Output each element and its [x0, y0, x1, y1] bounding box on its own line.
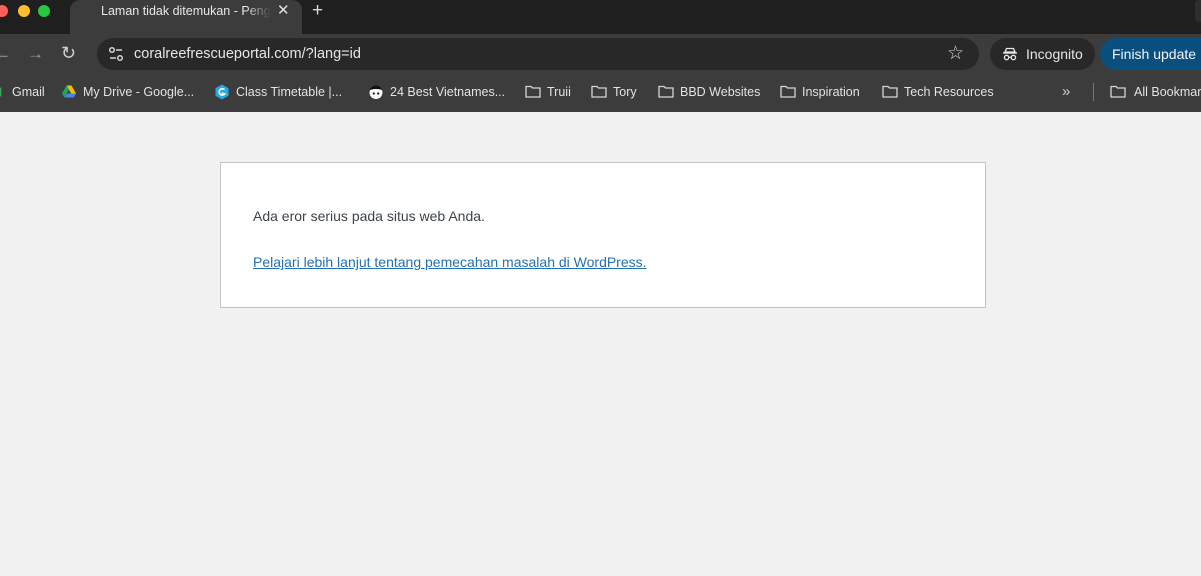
- minimize-window-button[interactable]: [18, 5, 30, 17]
- url-text[interactable]: coralreefrescueportal.com/?lang=id: [134, 46, 361, 63]
- bookmark-label: 24 Best Vietnames...: [390, 85, 506, 99]
- tab-strip: Laman tidak ditemukan - Pengelola Situs …: [0, 0, 1201, 34]
- tab-search-button[interactable]: [1195, 0, 1201, 22]
- bookmark-label: Gmail: [12, 85, 45, 99]
- maximize-window-button[interactable]: [38, 5, 50, 17]
- folder-icon: [882, 85, 898, 98]
- bookmark-label: Tech Resources: [904, 85, 994, 99]
- incognito-indicator[interactable]: Incognito: [990, 38, 1095, 70]
- bookmark-label: Class Timetable |...: [236, 85, 343, 99]
- browser-toolbar: ← → ↻ coralreefrescueportal.com/?lang=id…: [0, 34, 1201, 74]
- hexagon-logo-icon: [215, 84, 229, 100]
- folder-icon: [591, 85, 607, 98]
- troubleshooting-link[interactable]: Pelajari lebih lanjut tentang pemecahan …: [253, 253, 647, 271]
- incognito-label: Incognito: [1026, 46, 1083, 62]
- gmail-icon: [0, 87, 2, 97]
- new-tab-button[interactable]: +: [312, 0, 323, 23]
- tune-icon[interactable]: [107, 45, 125, 63]
- incognito-icon: [1003, 47, 1017, 61]
- chevron-double-right-icon[interactable]: »: [1062, 83, 1071, 101]
- avatar-face-icon: [369, 85, 383, 99]
- bookmark-label: Inspiration: [802, 85, 860, 99]
- bookmark-label: Tory: [613, 85, 637, 99]
- all-bookmarks-label: All Bookmarks: [1134, 85, 1201, 99]
- close-tab-icon[interactable]: ✕: [277, 1, 290, 21]
- wp-error-box: Ada eror serius pada situs web Anda. Pel…: [220, 162, 986, 308]
- bookmarks-separator: [1093, 83, 1094, 101]
- bookmark-label: Truii: [547, 85, 571, 99]
- bookmark-label: My Drive - Google...: [83, 85, 195, 99]
- address-bar[interactable]: coralreefrescueportal.com/?lang=id ☆: [97, 38, 979, 70]
- bookmarks-bar: Gmail My Drive - Google... Class Timetab…: [0, 74, 1201, 112]
- arrow-right-icon[interactable]: →: [27, 44, 44, 64]
- google-drive-icon: [62, 85, 76, 98]
- folder-icon: [525, 85, 541, 98]
- folder-icon: [1110, 85, 1126, 98]
- folder-icon: [658, 85, 674, 98]
- folder-icon: [780, 85, 796, 98]
- finish-update-label: Finish update: [1112, 46, 1197, 62]
- arrow-left-icon[interactable]: ←: [0, 44, 11, 64]
- close-window-button[interactable]: [0, 5, 8, 17]
- star-icon[interactable]: ☆: [947, 42, 964, 66]
- error-message: Ada eror serius pada situs web Anda.: [253, 208, 485, 224]
- active-tab[interactable]: Laman tidak ditemukan - Pengelola Situs …: [70, 0, 302, 34]
- bookmark-label: BBD Websites: [680, 85, 761, 99]
- tab-title: Laman tidak ditemukan - Pengelola Situs: [101, 4, 271, 18]
- finish-update-button[interactable]: Finish update: [1100, 38, 1201, 70]
- reload-icon[interactable]: ↻: [61, 43, 76, 63]
